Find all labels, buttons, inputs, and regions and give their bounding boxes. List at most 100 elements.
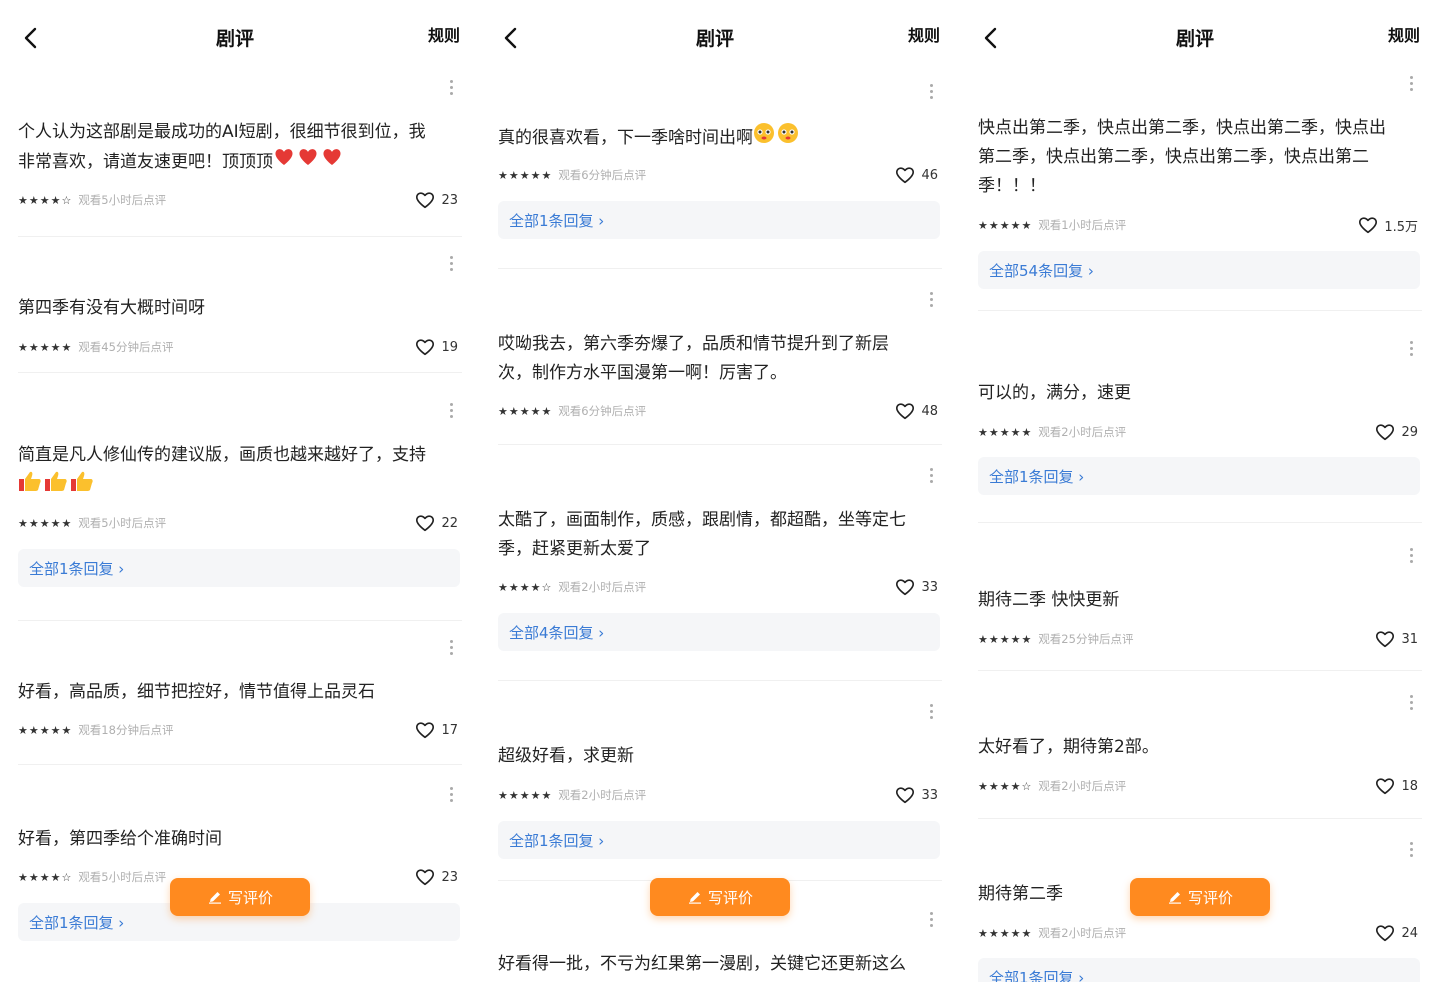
like-button[interactable]: 48 (894, 399, 938, 423)
like-button[interactable]: 23 (414, 188, 458, 212)
like-button[interactable]: 23 (414, 865, 458, 889)
view-replies-button[interactable]: 全部1条回复 › (498, 201, 940, 239)
like-count: 17 (441, 722, 458, 738)
watch-time: 观看1小时后点评 (1038, 218, 1127, 232)
comment-meta: ★★★★★ 观看2小时后点评 (978, 423, 1126, 441)
watch-time: 观看18分钟后点评 (78, 723, 174, 737)
like-count: 48 (921, 403, 938, 419)
like-button[interactable]: 17 (414, 718, 458, 742)
heart-icon (896, 579, 915, 596)
like-button[interactable]: 33 (894, 575, 938, 599)
more-options-icon[interactable] (928, 704, 934, 722)
watch-time: 观看2小时后点评 (1038, 926, 1127, 940)
more-options-icon[interactable] (928, 468, 934, 486)
star-rating: ★★★★★ (978, 926, 1033, 940)
like-count: 33 (921, 579, 938, 595)
divider (978, 310, 1422, 311)
review-panel-2: 剧评 规则 真的很喜欢看，下一季啥时间出啊 ★★★★★ 观看6分钟后点评 46 全… (480, 0, 950, 982)
heart-icon (896, 167, 915, 184)
view-replies-button[interactable]: 全部1条回复 › (498, 821, 940, 859)
like-count: 1.5万 (1384, 219, 1418, 235)
more-options-icon[interactable] (928, 292, 934, 310)
divider (18, 620, 462, 621)
rules-link[interactable]: 规则 (908, 22, 940, 46)
like-button[interactable]: 33 (894, 783, 938, 807)
comment-meta: ★★★★★ 观看18分钟后点评 (18, 721, 173, 739)
comment-meta: ★★★★★ 观看25分钟后点评 (978, 630, 1133, 648)
view-replies-button[interactable]: 全部1条回复 › (978, 958, 1420, 982)
comment-meta: ★★★★☆ 观看5小时后点评 (18, 868, 166, 886)
divider (498, 680, 942, 681)
like-count: 29 (1401, 424, 1418, 440)
watch-time: 观看2小时后点评 (558, 788, 647, 802)
watch-time: 观看5小时后点评 (78, 516, 167, 530)
heart-icon (896, 787, 915, 804)
write-review-button[interactable]: 写评价 (170, 878, 310, 916)
write-review-button[interactable]: 写评价 (650, 878, 790, 916)
comment-meta: ★★★★★ 观看1小时后点评 (978, 216, 1126, 234)
watch-time: 观看45分钟后点评 (78, 340, 174, 354)
more-options-icon[interactable] (928, 912, 934, 930)
like-button[interactable]: 1.5万 (1357, 213, 1418, 237)
view-replies-button[interactable]: 全部1条回复 › (978, 457, 1420, 495)
more-options-icon[interactable] (1408, 548, 1414, 566)
like-button[interactable]: 18 (1374, 774, 1418, 798)
comment-meta: ★★★★★ 观看6分钟后点评 (498, 402, 646, 420)
rules-link[interactable]: 规则 (1388, 22, 1420, 46)
comment-text: 真的很喜欢看，下一季啥时间出啊 (498, 122, 922, 154)
like-count: 18 (1401, 778, 1418, 794)
write-review-button[interactable]: 写评价 (1130, 878, 1270, 916)
star-rating: ★★★★★ (498, 404, 553, 418)
heart-icon (416, 722, 435, 739)
page-title: 剧评 (1175, 28, 1214, 50)
heart-icon (1376, 631, 1395, 648)
rules-link[interactable]: 规则 (428, 22, 460, 46)
more-options-icon[interactable] (448, 640, 454, 658)
more-options-icon[interactable] (448, 256, 454, 274)
comment-meta: ★★★★★ 观看2小时后点评 (978, 924, 1126, 942)
pencil-icon (1169, 892, 1181, 904)
comment-text: 个人认为这部剧是最成功的AI短剧，很细节很到位，我非常喜欢，请道友速更吧！顶顶顶 (18, 118, 442, 177)
like-button[interactable]: 22 (414, 511, 458, 535)
heart-icon (1376, 424, 1395, 441)
like-count: 23 (441, 192, 458, 208)
star-rating: ★★★★★ (18, 723, 73, 737)
view-replies-button[interactable]: 全部4条回复 › (498, 613, 940, 651)
like-button[interactable]: 19 (414, 335, 458, 359)
watch-time: 观看6分钟后点评 (558, 404, 647, 418)
write-review-label: 写评价 (228, 889, 274, 907)
review-panel-1: 剧评 规则 个人认为这部剧是最成功的AI短剧，很细节很到位，我非常喜欢，请道友速… (0, 0, 470, 982)
watch-time: 观看2小时后点评 (1038, 779, 1127, 793)
comment-meta: ★★★★★ 观看2小时后点评 (498, 786, 646, 804)
heart-icon (896, 403, 915, 420)
comment-meta: ★★★★☆ 观看2小时后点评 (978, 777, 1126, 795)
more-options-icon[interactable] (448, 80, 454, 98)
view-replies-button[interactable]: 全部1条回复 › (18, 549, 460, 587)
more-options-icon[interactable] (1408, 842, 1414, 860)
heart-icon (1359, 217, 1378, 234)
like-button[interactable]: 46 (894, 163, 938, 187)
more-options-icon[interactable] (448, 403, 454, 421)
more-options-icon[interactable] (1408, 695, 1414, 713)
like-button[interactable]: 29 (1374, 420, 1418, 444)
more-options-icon[interactable] (1408, 341, 1414, 359)
more-options-icon[interactable] (928, 84, 934, 102)
more-options-icon[interactable] (448, 787, 454, 805)
heart-icon (416, 869, 435, 886)
star-rating: ★★★★☆ (18, 193, 73, 207)
comment-text: 太好看了，期待第2部。 (978, 737, 1159, 757)
comment-text: 太酷了，画面制作，质感，跟剧情，都超酷，坐等定七季，赶紧更新太爱了 (498, 510, 906, 559)
watch-time: 观看6分钟后点评 (558, 168, 647, 182)
star-rating: ★★★★☆ (978, 779, 1033, 793)
view-replies-button[interactable]: 全部54条回复 › (978, 251, 1420, 289)
comment-text: 期待二季 快快更新 (978, 590, 1120, 610)
write-review-label: 写评价 (708, 889, 754, 907)
star-rating: ★★★★★ (978, 425, 1033, 439)
heart-icon (416, 339, 435, 356)
like-count: 23 (441, 869, 458, 885)
more-options-icon[interactable] (1408, 76, 1414, 94)
divider (18, 372, 462, 373)
like-button[interactable]: 31 (1374, 627, 1418, 651)
like-button[interactable]: 24 (1374, 921, 1418, 945)
pencil-icon (689, 892, 701, 904)
